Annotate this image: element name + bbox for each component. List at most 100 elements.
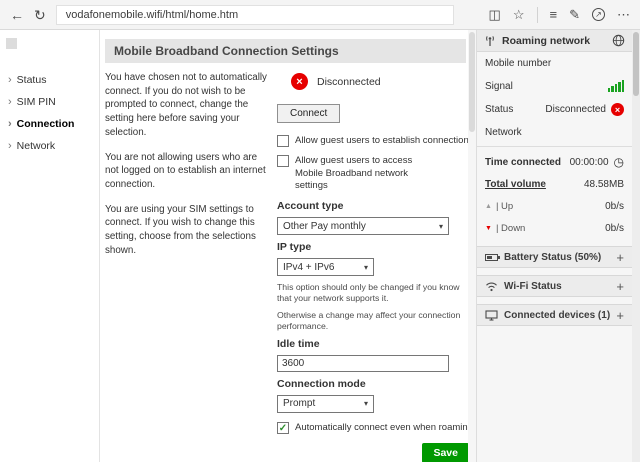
chevron-down-icon: ▾ — [439, 222, 443, 231]
accordion-label: Connected devices (1) — [504, 310, 610, 321]
roaming-row: ✓ Automatically connect even when roamin… — [277, 422, 468, 434]
wifi-status-accordion[interactable]: Wi-Fi Status + — [477, 275, 632, 297]
total-volume-row: Total volume 48.58MB — [477, 173, 632, 195]
account-type-select[interactable]: Other Pay monthly ▾ — [277, 217, 449, 235]
nav-item-label: SIM PIN — [17, 96, 56, 108]
ip-type-label: IP type — [277, 241, 468, 253]
guest-connection-checkbox[interactable] — [277, 135, 289, 147]
chevron-down-icon: ▾ — [364, 399, 368, 408]
battery-icon — [485, 254, 498, 261]
info-paragraph: You are using your SIM settings to conne… — [105, 203, 267, 258]
page-content: › Status › SIM PIN › Connection › Networ… — [0, 30, 640, 462]
share-icon[interactable]: ↗ — [592, 8, 605, 21]
upload-arrow-icon: ▲ — [485, 203, 492, 210]
chevron-right-icon: › — [8, 96, 12, 108]
signal-row: Signal — [477, 74, 632, 97]
nav-item-sim-pin[interactable]: › SIM PIN — [0, 91, 99, 113]
connection-status-text: Disconnected — [317, 76, 381, 88]
reading-view-icon[interactable]: ◫ — [489, 8, 501, 21]
nav-item-status[interactable]: › Status — [0, 69, 99, 91]
battery-status-accordion[interactable]: Battery Status (50%) + — [477, 246, 632, 268]
toolbar-actions: ◫ ☆ ≡ ✎ ↗ ⋯ — [489, 7, 630, 23]
note-paragraph: Otherwise a change may affect your conne… — [277, 310, 467, 332]
expand-plus-icon: + — [616, 279, 624, 294]
signal-bars-icon — [608, 80, 625, 92]
info-text: You have chosen not to automatically con… — [105, 71, 277, 462]
upload-row: ▲ | Up 0b/s — [477, 195, 632, 217]
upload-value: 0b/s — [605, 201, 624, 212]
info-paragraph: You have chosen not to automatically con… — [105, 71, 267, 140]
refresh-icon[interactable]: ↻ — [34, 8, 46, 22]
panel-title: Roaming network — [502, 35, 590, 47]
chevron-down-icon: ▾ — [364, 263, 368, 272]
select-value: IPv4 + IPv6 — [283, 262, 334, 273]
select-value: Prompt — [283, 398, 315, 409]
select-value: Other Pay monthly — [283, 221, 366, 232]
expand-plus-icon: + — [616, 250, 624, 265]
account-type-label: Account type — [277, 200, 468, 212]
browser-window: ← ↻ vodafonemobile.wifi/html/home.htm ◫ … — [0, 0, 640, 462]
guest-settings-checkbox[interactable] — [277, 155, 289, 167]
total-volume-link[interactable]: Total volume — [485, 179, 546, 190]
note-paragraph: This option should only be changed if yo… — [277, 282, 467, 304]
chevron-right-icon: › — [8, 74, 12, 86]
save-button[interactable]: Save — [422, 443, 468, 462]
nav-item-connection[interactable]: › Connection — [0, 113, 99, 135]
toolbar-divider — [537, 7, 538, 23]
panel-divider — [477, 146, 632, 147]
network-row: Network — [477, 121, 632, 143]
address-bar[interactable]: vodafonemobile.wifi/html/home.htm — [56, 5, 454, 25]
more-icon[interactable]: ⋯ — [617, 8, 630, 21]
favorites-star-icon[interactable]: ☆ — [513, 8, 525, 21]
status-row: Status Disconnected × — [477, 97, 632, 121]
ip-type-select[interactable]: IPv4 + IPv6 ▾ — [277, 258, 374, 276]
back-icon[interactable]: ← — [10, 8, 24, 22]
connect-button[interactable]: Connect — [277, 104, 340, 123]
nav-item-label: Connection — [17, 118, 75, 130]
nav-item-network[interactable]: › Network — [0, 135, 99, 157]
checkbox-label: Allow guest users to access Mobile Broad… — [295, 155, 427, 192]
connection-form: × Disconnected Connect Allow guest users… — [277, 71, 468, 462]
time-connected-row: Time connected 00:00:00 ◷ — [477, 150, 632, 173]
x-glyph: × — [296, 76, 302, 88]
roaming-network-header[interactable]: Roaming network — [477, 30, 632, 52]
roaming-panel: Roaming network Mobile number Signal — [476, 30, 632, 462]
ip-type-note: This option should only be changed if yo… — [277, 282, 467, 332]
mobile-number-row: Mobile number — [477, 52, 632, 74]
disconnected-x-icon: × — [611, 103, 624, 116]
nav-collapse-icon[interactable] — [6, 38, 17, 49]
connection-mode-label: Connection mode — [277, 378, 468, 390]
content-scrollbar[interactable] — [468, 30, 476, 462]
main-panel: Mobile Broadband Connection Settings You… — [100, 30, 468, 462]
row-label: Signal — [485, 81, 513, 92]
globe-icon[interactable] — [612, 34, 625, 47]
scrollbar-thumb[interactable] — [633, 32, 639, 96]
idle-time-label: Idle time — [277, 338, 468, 350]
scrollbar-thumb[interactable] — [469, 32, 475, 132]
connected-devices-accordion[interactable]: Connected devices (1) + — [477, 304, 632, 326]
chevron-right-icon: › — [8, 140, 12, 152]
roaming-checkbox[interactable]: ✓ — [277, 422, 289, 434]
time-connected-value: 00:00:00 — [570, 157, 609, 168]
expand-plus-icon: + — [616, 308, 624, 323]
antenna-icon — [484, 35, 496, 47]
x-glyph: × — [615, 105, 620, 115]
page-title: Mobile Broadband Connection Settings — [105, 39, 466, 63]
hub-icon[interactable]: ≡ — [550, 8, 558, 21]
idle-time-input[interactable] — [277, 355, 449, 372]
row-label: Network — [485, 127, 522, 138]
info-paragraph: You are not allowing users who are not l… — [105, 151, 267, 192]
total-volume-value: 48.58MB — [584, 179, 624, 190]
window-scrollbar[interactable] — [632, 30, 640, 462]
guest-connection-row: Allow guest users to establish connectio… — [277, 135, 468, 147]
connection-status-row: × Disconnected — [291, 73, 468, 90]
browser-toolbar: ← ↻ vodafonemobile.wifi/html/home.htm ◫ … — [0, 0, 640, 30]
url-text: vodafonemobile.wifi/html/home.htm — [66, 9, 238, 21]
web-note-icon[interactable]: ✎ — [569, 8, 580, 21]
row-label: Mobile number — [485, 58, 551, 69]
status-value: Disconnected — [545, 104, 606, 115]
connection-mode-select[interactable]: Prompt ▾ — [277, 395, 374, 413]
accordion-label: Battery Status (50%) — [504, 252, 601, 263]
left-nav: › Status › SIM PIN › Connection › Networ… — [0, 30, 100, 462]
download-value: 0b/s — [605, 223, 624, 234]
